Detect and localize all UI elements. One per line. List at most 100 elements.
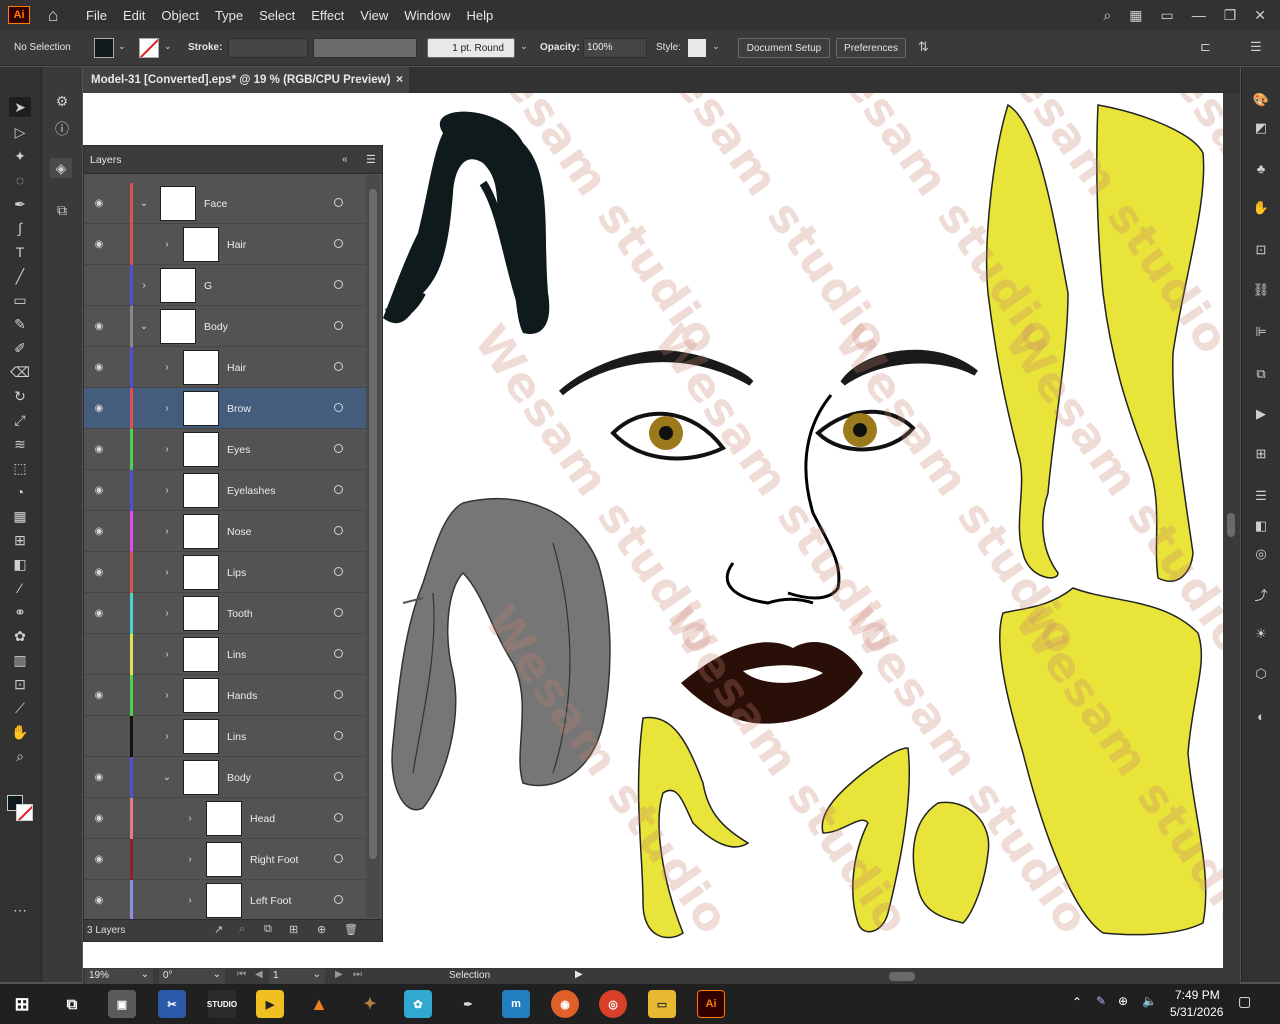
layer-row[interactable]: ◉ › Eyes: [84, 429, 366, 470]
taskbar-app-player-icon[interactable]: ▶: [256, 990, 284, 1018]
collect-export-icon[interactable]: ↗: [214, 923, 223, 936]
layer-row[interactable]: ◉ › Tooth: [84, 593, 366, 634]
brushes-panel-icon[interactable]: ✋: [1251, 199, 1271, 217]
expand-arrow-icon[interactable]: ›: [184, 893, 196, 907]
eraser-tool-icon[interactable]: ⌫: [9, 362, 31, 382]
expand-arrow-icon[interactable]: ›: [161, 524, 173, 538]
lock-toggle[interactable]: [108, 265, 128, 306]
info-panel-icon[interactable]: ⓘ: [51, 119, 73, 139]
visibility-eye-icon[interactable]: ◉: [92, 484, 106, 496]
canvas-vertical-scrollbar[interactable]: [1223, 93, 1240, 968]
brush-dropdown-icon[interactable]: ⌄: [520, 41, 528, 52]
volume-icon[interactable]: 🔈: [1142, 994, 1157, 1008]
scroll-thumb[interactable]: [1227, 513, 1235, 537]
visibility-eye-icon[interactable]: [92, 730, 106, 742]
restore-button[interactable]: ❐: [1224, 7, 1237, 24]
export-panel-icon[interactable]: ⤴: [1251, 585, 1271, 603]
lock-toggle[interactable]: [108, 716, 128, 757]
visibility-eye-icon[interactable]: ◉: [92, 853, 106, 865]
align-icon[interactable]: ⊏: [1200, 39, 1211, 55]
menu-edit[interactable]: Edit: [123, 8, 145, 23]
zoom-select[interactable]: 19% ⌄: [85, 969, 153, 984]
expand-arrow-icon[interactable]: ›: [161, 237, 173, 251]
close-button[interactable]: ✕: [1254, 7, 1266, 24]
taskbar-app-gimp-icon[interactable]: ✦: [356, 990, 384, 1018]
target-circle-icon[interactable]: [334, 731, 343, 740]
expand-arrow-icon[interactable]: ›: [161, 729, 173, 743]
tray-pen-icon[interactable]: ✎: [1096, 994, 1106, 1008]
first-artboard-icon[interactable]: ⏮: [237, 969, 246, 980]
layer-row[interactable]: ◉ › Nose: [84, 511, 366, 552]
menu-help[interactable]: Help: [466, 8, 493, 23]
transparency-panel-icon[interactable]: ◎: [1251, 545, 1271, 563]
visibility-eye-icon[interactable]: ◉: [92, 238, 106, 250]
document-tab[interactable]: Model-31 [Converted].eps* @ 19 % (RGB/CP…: [83, 67, 409, 93]
lock-toggle[interactable]: [108, 634, 128, 675]
home-icon[interactable]: ⌂: [42, 4, 64, 26]
panel-menu-icon[interactable]: ☰: [1250, 39, 1262, 55]
layers-panel-icon[interactable]: ◈: [50, 158, 72, 178]
lock-toggle[interactable]: [108, 429, 128, 470]
color-guide-icon[interactable]: ◩: [1251, 119, 1271, 137]
target-circle-icon[interactable]: [334, 198, 343, 207]
locate-object-icon[interactable]: ⌕: [239, 923, 245, 936]
lock-toggle[interactable]: [108, 388, 128, 429]
visibility-eye-icon[interactable]: ◉: [92, 771, 106, 783]
rectangle-tool-icon[interactable]: ▭: [9, 290, 31, 310]
fill-dropdown-icon[interactable]: ⌄: [118, 41, 126, 52]
expand-arrow-icon[interactable]: ›: [161, 442, 173, 456]
taskbar-app-chrome-icon[interactable]: ◎: [599, 990, 627, 1018]
layers-scrollbar[interactable]: [366, 175, 380, 918]
perspective-grid-tool-icon[interactable]: ▦: [9, 506, 31, 526]
new-layer-icon[interactable]: ⊕: [317, 923, 326, 936]
expand-arrow-icon[interactable]: ›: [161, 483, 173, 497]
target-circle-icon[interactable]: [334, 813, 343, 822]
target-circle-icon[interactable]: [334, 362, 343, 371]
curvature-tool-icon[interactable]: ∫: [9, 218, 31, 238]
visibility-eye-icon[interactable]: ◉: [92, 320, 106, 332]
layer-row[interactable]: › Lins: [84, 716, 366, 757]
close-tab-icon[interactable]: ×: [396, 72, 403, 86]
taskbar-app-inkscape-icon[interactable]: ✒: [454, 990, 482, 1018]
visibility-eye-icon[interactable]: ◉: [92, 525, 106, 537]
network-icon[interactable]: ⊕: [1118, 994, 1128, 1008]
pen-tool-icon[interactable]: ✒: [9, 194, 31, 214]
layer-row[interactable]: ◉ › Head: [84, 798, 366, 839]
expand-arrow-icon[interactable]: ›: [184, 811, 196, 825]
menu-object[interactable]: Object: [161, 8, 199, 23]
lock-toggle[interactable]: [108, 798, 128, 839]
menu-effect[interactable]: Effect: [311, 8, 344, 23]
warp-tool-icon[interactable]: ≋: [9, 434, 31, 454]
actions-panel-icon[interactable]: ▶: [1251, 405, 1271, 423]
target-circle-icon[interactable]: [334, 649, 343, 658]
status-menu-icon[interactable]: ▶: [575, 969, 583, 980]
line-tool-icon[interactable]: ╱: [9, 266, 31, 286]
taskbar-app-studio-icon[interactable]: STUDIO: [207, 990, 237, 1018]
expand-arrow-icon[interactable]: ›: [138, 278, 150, 292]
target-circle-icon[interactable]: [334, 608, 343, 617]
layer-row[interactable]: › Lins: [84, 634, 366, 675]
layer-row[interactable]: › G: [84, 265, 366, 306]
lock-toggle[interactable]: [108, 347, 128, 388]
color-panel-icon[interactable]: 🎨: [1251, 91, 1271, 109]
style-swatch[interactable]: [688, 39, 706, 57]
lock-toggle[interactable]: [108, 593, 128, 634]
stroke-color-box[interactable]: [16, 804, 33, 821]
expand-arrow-icon[interactable]: ›: [161, 647, 173, 661]
pathfinder-panel-icon[interactable]: ⧉: [1251, 365, 1271, 383]
layer-row[interactable]: ◉ › Hands: [84, 675, 366, 716]
horizontal-scroll-thumb[interactable]: [889, 972, 915, 981]
menu-window[interactable]: Window: [404, 8, 450, 23]
document-setup-button[interactable]: Document Setup: [738, 38, 830, 58]
free-transform-tool-icon[interactable]: ⬚: [9, 458, 31, 478]
target-circle-icon[interactable]: [334, 895, 343, 904]
arrange-icon[interactable]: ⇅: [918, 39, 929, 55]
taskbar-app-paint-icon[interactable]: ✿: [404, 990, 432, 1018]
target-circle-icon[interactable]: [334, 526, 343, 535]
expand-arrow-icon[interactable]: ›: [161, 565, 173, 579]
panel-menu-icon[interactable]: ☰: [366, 153, 376, 166]
menu-type[interactable]: Type: [215, 8, 243, 23]
layer-row[interactable]: ◉ › Right Foot: [84, 839, 366, 880]
direct-selection-tool-icon[interactable]: ▷: [9, 122, 31, 142]
taskbar-app-photos-icon[interactable]: ▣: [108, 990, 136, 1018]
